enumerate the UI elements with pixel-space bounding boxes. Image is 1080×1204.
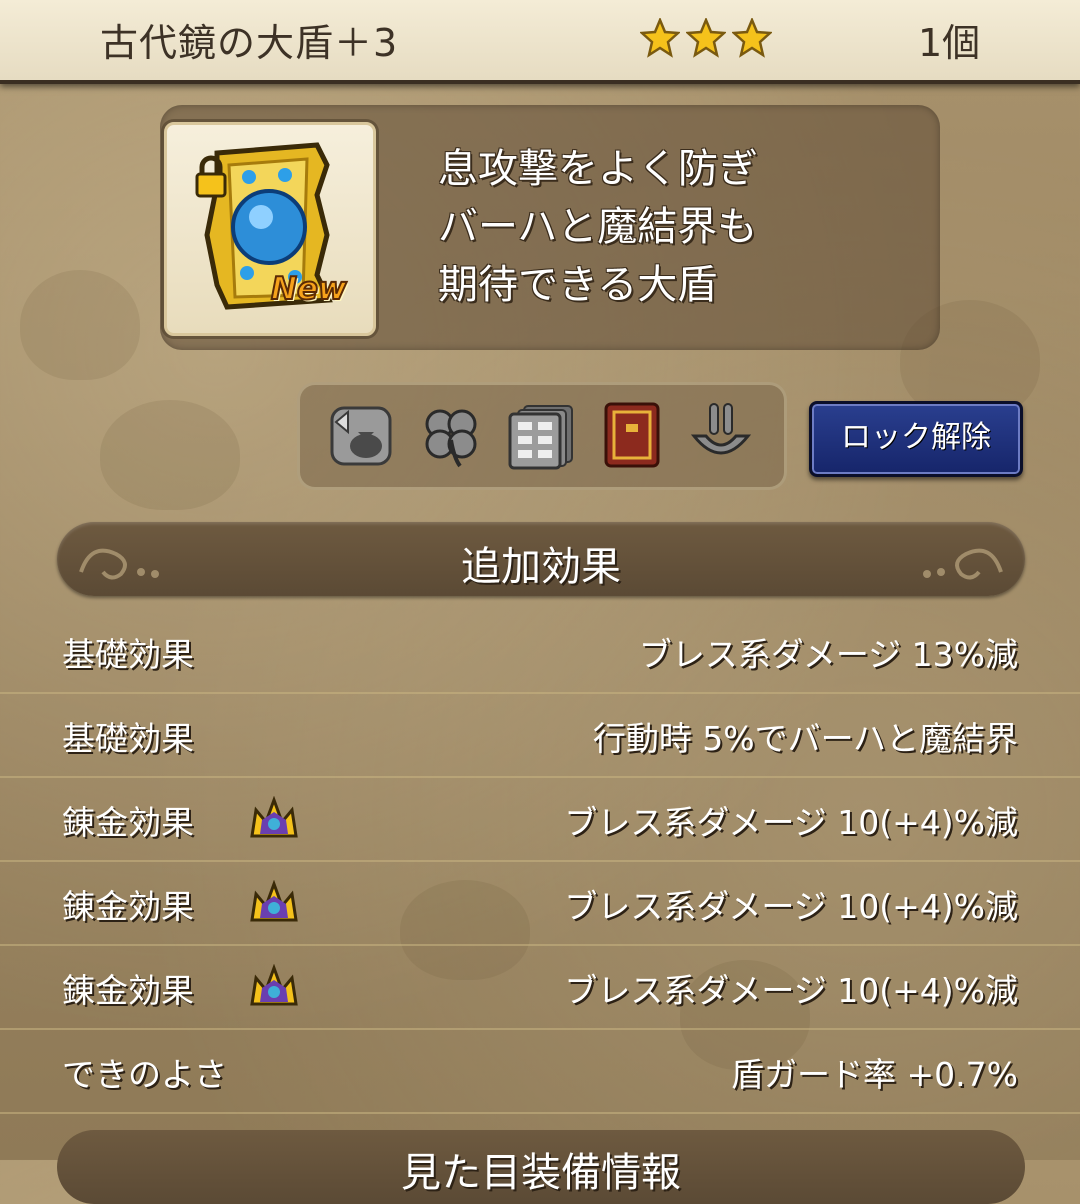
crown-icon xyxy=(250,796,298,838)
section-header-additional-effects: 追加効果 xyxy=(57,522,1025,596)
storage-icon[interactable] xyxy=(506,400,576,470)
effect-value: 行動時 5%でバーハと魔結界 xyxy=(592,719,1018,758)
effect-value: ブレス系ダメージ 10(+4)%減 xyxy=(564,971,1018,1010)
effect-row: 錬金効果 ブレス系ダメージ 10(+4)%減 xyxy=(0,944,1080,1030)
description-line: バーハと魔結界も xyxy=(438,204,758,250)
crown-icon xyxy=(250,964,298,1006)
effect-label: 基礎効果 xyxy=(62,635,194,674)
item-quantity: 1個 xyxy=(918,21,981,65)
effect-value: 盾ガード率 +0.7% xyxy=(731,1055,1018,1094)
effect-row: 錬金効果 ブレス系ダメージ 10(+4)%減 xyxy=(0,776,1080,862)
description-line: 息攻撃をよく防ぎ xyxy=(438,146,758,192)
background-pattern xyxy=(100,400,240,510)
section-header-appearance-info: 見た目装備情報 xyxy=(57,1130,1025,1204)
description-line: 期待できる大盾 xyxy=(438,262,718,308)
effect-label: 錬金効果 xyxy=(62,803,194,842)
tongs-icon[interactable] xyxy=(686,400,756,470)
star-icon xyxy=(732,18,772,58)
effect-row: できのよさ 盾ガード率 +0.7% xyxy=(0,1028,1080,1114)
item-action-bar xyxy=(297,382,787,490)
effect-label: 基礎効果 xyxy=(62,719,194,758)
effect-row: 基礎効果 行動時 5%でバーハと魔結界 xyxy=(0,692,1080,778)
flourish-ornament-icon xyxy=(923,548,1003,580)
item-description: 息攻撃をよく防ぎ バーハと魔結界も 期待できる大盾 xyxy=(438,140,758,314)
new-badge: New xyxy=(270,270,348,308)
background-pattern xyxy=(20,270,140,380)
effect-value: ブレス系ダメージ 10(+4)%減 xyxy=(564,887,1018,926)
unlock-button[interactable]: ロック解除 xyxy=(809,401,1023,477)
section-title: 追加効果 xyxy=(461,544,621,590)
clover-icon[interactable] xyxy=(416,400,486,470)
crown-icon xyxy=(250,880,298,922)
sell-bag-icon[interactable] xyxy=(326,400,396,470)
star-icon xyxy=(640,18,680,58)
book-icon[interactable] xyxy=(596,400,666,470)
section-title: 見た目装備情報 xyxy=(401,1150,681,1196)
effect-row: 錬金効果 ブレス系ダメージ 10(+4)%減 xyxy=(0,860,1080,946)
effect-row: 基礎効果 ブレス系ダメージ 13%減 xyxy=(0,608,1080,694)
lock-icon xyxy=(195,155,227,198)
effect-value: ブレス系ダメージ 13%減 xyxy=(638,635,1018,674)
effect-label: できのよさ xyxy=(62,1055,227,1094)
item-icon-frame[interactable]: New xyxy=(164,122,376,336)
effect-label: 錬金効果 xyxy=(62,887,194,926)
item-name: 古代鏡の大盾＋3 xyxy=(100,21,399,65)
effect-value: ブレス系ダメージ 10(+4)%減 xyxy=(564,803,1018,842)
star-icon xyxy=(686,18,726,58)
effect-label: 錬金効果 xyxy=(62,971,194,1010)
item-header: 古代鏡の大盾＋3 1個 xyxy=(0,0,1080,84)
rarity-stars xyxy=(640,18,772,58)
